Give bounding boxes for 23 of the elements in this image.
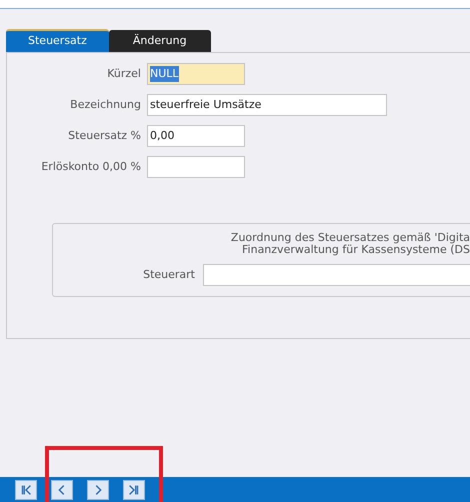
field-label: Steuerart (142, 266, 196, 283)
field-label: Bezeichnung (69, 96, 142, 113)
input-field[interactable] (147, 156, 245, 178)
previous-button[interactable] (51, 480, 73, 500)
first-page-button[interactable] (15, 480, 37, 500)
field-value: 0,00 (150, 128, 174, 144)
field-label: Erlöskonto 0,00 % (40, 158, 142, 175)
field-label: Kürzel (106, 66, 142, 82)
input-field[interactable] (203, 264, 470, 286)
group-heading: Zuordnung des Steuersatzes gemäß 'Digita (230, 232, 470, 244)
last-page-button[interactable] (123, 480, 145, 500)
tab[interactable]: Steuersatz (6, 29, 109, 52)
first-page-icon (19, 482, 33, 496)
field-value: steuerfreie Umsätze (150, 96, 262, 113)
group-heading: Finanzverwaltung für Kassensysteme (DS (242, 244, 470, 256)
field-label: Steuersatz % (67, 128, 142, 144)
input-field[interactable]: 0,00 (147, 125, 245, 147)
field-value: NULL (150, 66, 179, 82)
input-field[interactable]: steuerfreie Umsätze (147, 94, 387, 116)
tab[interactable]: Änderung (108, 30, 211, 52)
last-page-icon (127, 482, 141, 496)
next-button[interactable] (87, 480, 109, 500)
input-field[interactable]: NULL (147, 63, 245, 85)
